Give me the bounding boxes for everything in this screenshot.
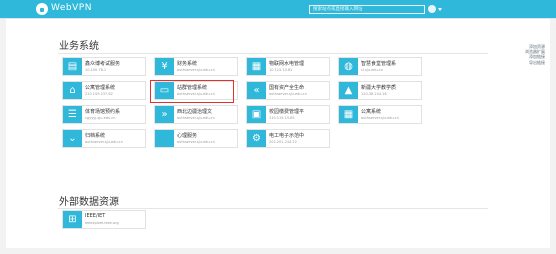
tile-host: 10.100.76.1 — [85, 68, 107, 72]
tile-name: 国有资产全生命 — [269, 85, 305, 91]
apple-icon — [155, 130, 174, 147]
tile-name: 公寓系统 — [361, 109, 382, 115]
tile-host: 120.36.244.16 — [361, 92, 387, 96]
list-icon: ☰ — [63, 106, 82, 123]
tile-name: 公寓管理系统 — [85, 85, 116, 91]
yen-icon: ¥ — [155, 58, 174, 75]
chevron-down-icon: ⌄ — [63, 130, 82, 147]
tile-host: 110.115.15.85 — [269, 116, 295, 120]
tile-name: IEEE/IET — [85, 213, 106, 219]
app-tile[interactable]: ☰ 体育场馆预约系 cgyyyj.sju.edu.cn — [62, 105, 146, 124]
tile-host: 202.201.244.22 — [269, 140, 297, 144]
app-tile[interactable]: ▣ 校园缴费管理平 110.115.15.85 — [246, 105, 330, 124]
home-icon: ⌂ — [63, 82, 82, 99]
app-tile[interactable]: ⚙ 电工电子示范中 202.201.244.22 — [246, 129, 330, 148]
avatar[interactable] — [428, 5, 436, 13]
app-tile[interactable]: ⊞ IEEE/IET ieeexplore.ieee.org — [62, 210, 146, 229]
section-divider — [58, 53, 488, 54]
graduation-icon: ▲ — [339, 82, 358, 99]
tile-name: 心理服务 — [177, 133, 198, 139]
payment-icon: ▣ — [247, 106, 266, 123]
app-tile[interactable]: ▦ 公寓系统 authserver.sju.edu.cn — [338, 105, 422, 124]
tile-host: authserver.sju.edu.cn — [361, 116, 399, 120]
app-tile[interactable]: ▲ 新疆大学教学质 120.36.244.16 — [338, 81, 422, 100]
tile-host: authserver.sju.edu.cn — [177, 140, 215, 144]
tile-host: ieeexplore.ieee.org — [85, 221, 119, 225]
app-tile[interactable]: ¥ 财务系统 authserver.sju.edu.cn — [154, 57, 238, 76]
selection-highlight — [150, 80, 234, 103]
ieee-icon: ⊞ — [63, 211, 82, 228]
double-right-icon: » — [155, 106, 174, 123]
tile-host: authserver.sju.edu.cn — [177, 116, 215, 120]
section-title-business: 业务系统 — [59, 41, 99, 52]
app-tile[interactable]: ◍ 智慧食堂管理系 cl.sju.edu.cn — [338, 57, 422, 76]
section-title-external: 外部数据资源 — [59, 197, 119, 208]
ticket-icon: ▦ — [247, 58, 266, 75]
tile-name: 智慧食堂管理系 — [361, 61, 397, 67]
logo-icon — [36, 3, 48, 15]
tile-name: 体育场馆预约系 — [85, 109, 121, 115]
search-input[interactable]: 搜索站点或直接输入网址 — [309, 5, 425, 14]
tile-host: authserver.sju.edu.cn — [177, 68, 215, 72]
brand-name: WebVPN — [51, 3, 92, 13]
right-link[interactable]: 导出链接 — [505, 60, 545, 65]
tile-host: authserver.sju.edu.cn — [85, 140, 123, 144]
tile-name: 西北边疆治理文 — [177, 109, 213, 115]
tile-name: 物联网水电管理 — [269, 61, 305, 67]
meal-icon: ◍ — [339, 58, 358, 75]
tile-name: 校园缴费管理平 — [269, 109, 305, 115]
app-tile[interactable]: » 西北边疆治理文 authserver.sju.edu.cn — [154, 105, 238, 124]
tile-name: 电工电子示范中 — [269, 133, 305, 139]
gears-icon: ⚙ — [247, 130, 266, 147]
search-placeholder: 搜索站点或直接输入网址 — [313, 7, 363, 12]
right-links: 添加资源 浏览器扩展 添加链接 导出链接 — [505, 44, 545, 65]
tile-host: authserver.sju.edu.cn — [269, 92, 307, 96]
calendar-icon: ▦ — [339, 106, 358, 123]
app-tile[interactable]: ▤ 鑫众博考试服务 10.100.76.1 — [62, 57, 146, 76]
app-tile[interactable]: «国有资产全生命 authserver.sju.edu.cn — [246, 81, 330, 100]
tile-host: cl.sju.edu.cn — [361, 68, 383, 72]
section-divider — [58, 208, 488, 209]
app-tile[interactable]: ▦ 物联网水电管理 10.115.10.62 — [246, 57, 330, 76]
tile-name: 鑫众博考试服务 — [85, 61, 121, 67]
tile-name: 新疆大学教学质 — [361, 85, 397, 91]
app-tile[interactable]: ⌄ 归档系统 authserver.sju.edu.cn — [62, 129, 146, 148]
chevron-down-icon[interactable] — [438, 8, 442, 11]
tile-name: 归档系统 — [85, 133, 106, 139]
app-tile[interactable]: 心理服务 authserver.sju.edu.cn — [154, 129, 238, 148]
tile-host: 10.115.10.62 — [269, 68, 293, 72]
double-left-icon: « — [247, 82, 266, 99]
tile-host: cgyyyj.sju.edu.cn — [85, 116, 116, 120]
tile-name: 财务系统 — [177, 61, 198, 67]
app-tile[interactable]: ⌂ 公寓管理系统 210.159.237.62 — [62, 81, 146, 100]
top-bar: WebVPN 搜索站点或直接输入网址 — [0, 0, 556, 19]
tile-host: 210.159.237.62 — [85, 92, 113, 96]
book-icon: ▤ — [63, 58, 82, 75]
